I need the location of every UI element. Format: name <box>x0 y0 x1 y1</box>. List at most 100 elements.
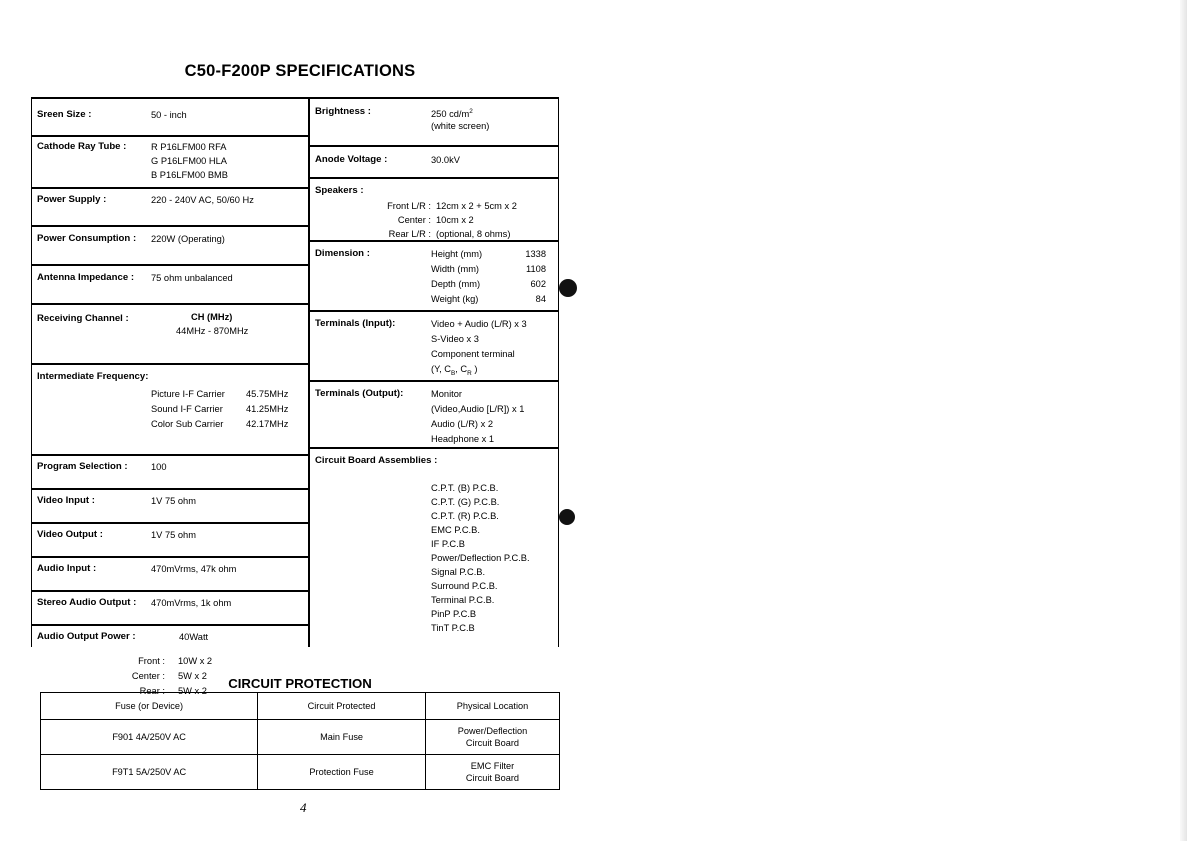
table-row: F901 4A/250V AC Main Fuse Power/Deflecti… <box>39 719 561 755</box>
column-header: Physical Location <box>424 692 561 720</box>
column-header: Fuse (or Device) <box>39 692 259 720</box>
if-name: Picture I-F Carrier <box>151 389 225 399</box>
fuse-cell: F9T1 5A/250V AC <box>39 754 259 790</box>
dimension-value: 1338 <box>525 249 546 259</box>
if-value: 42.17MHz <box>246 419 289 429</box>
dimension-name: Weight (kg) <box>431 294 479 304</box>
rule <box>31 454 309 456</box>
spec-value: Audio (L/R) x 2 <box>431 419 494 429</box>
rule <box>308 97 559 99</box>
component-terminal-formula: (Y, CB, CR ) <box>431 363 477 380</box>
spec-value: R P16LFM00 RFA <box>151 142 227 152</box>
brightness-superscript: 2 <box>469 108 473 115</box>
spec-label: Dimension : <box>315 248 370 259</box>
scan-edge-shadow <box>1180 0 1187 841</box>
spec-label: Circuit Board Assemblies : <box>315 455 438 466</box>
dimension-name: Width (mm) <box>431 264 480 274</box>
spec-label: Power Supply : <box>37 194 107 205</box>
spec-label: Antenna Impedance : <box>37 272 135 283</box>
column-header: Circuit Protected <box>257 692 426 720</box>
rule <box>31 556 309 558</box>
spec-value: B P16LFM00 BMB <box>151 170 228 180</box>
speaker-value: 12cm x 2 + 5cm x 2 <box>436 201 517 211</box>
rule <box>31 363 309 365</box>
circuit-protection-table: Fuse (or Device) Circuit Protected Physi… <box>39 692 561 790</box>
rule <box>31 590 309 592</box>
location-cell: Power/Deflection Circuit Board <box>424 719 561 755</box>
rule <box>31 225 309 227</box>
aop-name: Front : <box>138 656 165 666</box>
spec-value: 220 - 240V AC, 50/60 Hz <box>151 195 254 205</box>
dimension-name: Depth (mm) <box>431 279 481 289</box>
rule <box>31 624 309 626</box>
spec-value: 250 cd/m2 <box>431 106 473 121</box>
rule <box>308 145 559 147</box>
rule <box>308 177 559 179</box>
scan-artifact-blob <box>559 509 575 525</box>
pcb-item: C.P.T. (R) P.C.B. <box>431 511 499 521</box>
pcb-item: C.P.T. (B) P.C.B. <box>431 483 499 493</box>
spec-label: Program Selection : <box>37 461 128 472</box>
location-cell: EMC Filter Circuit Board <box>424 754 561 790</box>
if-value: 45.75MHz <box>246 389 289 399</box>
specifications-title: C50-F200P SPECIFICATIONS <box>184 62 416 80</box>
speaker-value: (optional, 8 ohms) <box>436 229 511 239</box>
rule <box>31 187 309 189</box>
spec-label: Video Output : <box>37 529 103 540</box>
spec-label: Anode Voltage : <box>315 154 388 165</box>
speaker-name: Center : <box>397 215 431 225</box>
spec-value: 40Watt <box>179 632 209 642</box>
spec-value: 220W (Operating) <box>151 234 225 244</box>
spec-value: 75 ohm unbalanced <box>151 273 233 283</box>
dimension-value: 602 <box>530 279 546 289</box>
scan-artifact-blob <box>559 279 577 297</box>
manual-spread: C50-F200P SPECIFICATIONS Sreen Size: 50… <box>0 0 1187 841</box>
circuit-cell: Protection Fuse <box>257 754 426 790</box>
spec-left-edge <box>31 97 33 647</box>
table-header-row: Fuse (or Device) Circuit Protected Physi… <box>39 692 561 720</box>
pcb-item: IF P.C.B <box>431 539 465 549</box>
spec-right-edge <box>558 97 560 647</box>
pcb-item: PinP P.C.B <box>431 609 477 619</box>
spec-value: 50 - inch <box>151 110 187 120</box>
spec-label: Brightness : <box>315 106 371 117</box>
spec-value: G P16LFM00 HLA <box>151 156 227 166</box>
speaker-name: Front L/R : <box>387 201 431 211</box>
spec-label: Terminals (Input): <box>315 318 396 329</box>
rule <box>31 97 309 99</box>
fuse-cell: F901 4A/250V AC <box>39 719 259 755</box>
spec-value: 30.0kV <box>431 155 460 165</box>
spec-label: Sreen Size : <box>37 109 92 120</box>
spec-value: CH (MHz) <box>191 312 233 322</box>
spec-value: Monitor <box>431 389 463 399</box>
spec-value: Headphone x 1 <box>431 434 495 444</box>
pcb-item: TinT P.C.B <box>431 623 475 633</box>
spec-label: Audio Input : <box>37 563 97 574</box>
pcb-item: EMC P.C.B. <box>431 525 480 535</box>
circuit-cell: Main Fuse <box>257 719 426 755</box>
brightness-value: 250 cd/m <box>431 109 470 120</box>
spec-value: 1V 75 ohm <box>151 496 196 506</box>
if-value: 41.25MHz <box>246 404 289 414</box>
spec-label: Terminals (Output): <box>315 388 404 399</box>
right-page: FUNCTIONAL PARTS FRONT PANEL CONTROLS ON… <box>593 0 1187 841</box>
ct-part1: (Y, C <box>431 364 451 374</box>
rule <box>31 488 309 490</box>
rule <box>31 135 309 137</box>
left-page: C50-F200P SPECIFICATIONS Sreen Size: 50… <box>0 0 593 841</box>
ct-part3: ) <box>471 364 478 374</box>
pcb-item: Power/Deflection P.C.B. <box>431 553 530 563</box>
spec-column-divider <box>308 97 310 647</box>
aop-value: 10W x 2 <box>178 656 213 666</box>
spec-value: 1V 75 ohm <box>151 530 196 540</box>
spec-label: Power Consumption : <box>37 233 137 244</box>
spec-label: Intermediate Frequency: <box>37 371 149 382</box>
spec-value: 44MHz - 870MHz <box>176 326 249 336</box>
spec-value: 100 <box>151 462 167 472</box>
speaker-value: 10cm x 2 <box>436 215 474 225</box>
spec-label: Receiving Channel : <box>37 313 129 324</box>
spec-value: 470mVrms, 47k ohm <box>151 564 237 574</box>
table-row: F9T1 5A/250V AC Protection Fuse EMC Filt… <box>39 754 561 790</box>
circuit-protection-title: CIRCUIT PROTECTION <box>228 676 372 691</box>
pcb-item: Terminal P.C.B. <box>431 595 495 605</box>
